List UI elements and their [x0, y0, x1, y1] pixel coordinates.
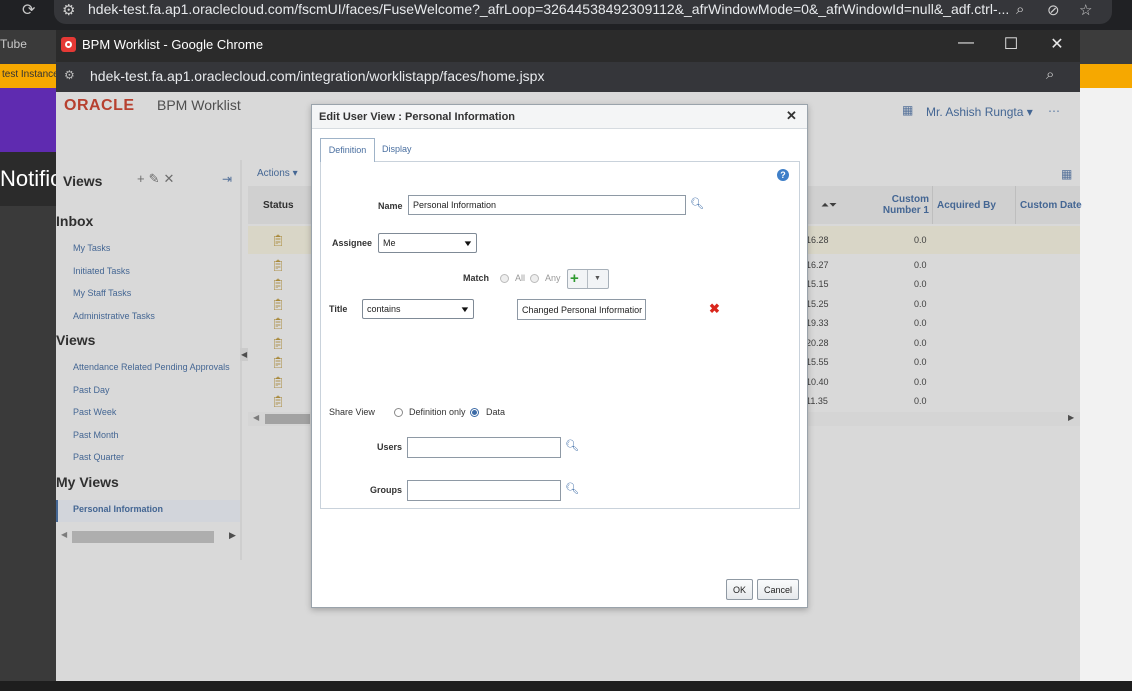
- condition-field-label: Title: [329, 304, 348, 314]
- background-header: [0, 88, 56, 152]
- reload-icon[interactable]: ⟳: [22, 0, 35, 20]
- site-info-icon[interactable]: ⚙: [64, 68, 75, 82]
- taskbar: [0, 681, 1132, 691]
- tab-definition[interactable]: Definition: [320, 138, 375, 162]
- groups-field[interactable]: [407, 480, 561, 501]
- users-label: Users: [377, 442, 403, 452]
- popup-title: BPM Worklist - Google Chrome: [82, 37, 264, 52]
- share-definition-only-label: Definition only: [409, 407, 466, 417]
- share-data-label: Data: [486, 407, 506, 417]
- outer-url-text[interactable]: hdek-test.fa.ap1.oraclecloud.com/fscmUI/…: [88, 1, 1009, 17]
- background-banner-right: [1080, 64, 1132, 88]
- delete-condition-icon[interactable]: ✖: [709, 301, 720, 317]
- name-label: Name: [378, 201, 403, 211]
- tab-display[interactable]: Display: [382, 144, 412, 154]
- background-heading: Notific: [0, 166, 62, 191]
- match-label: Match: [463, 273, 490, 283]
- plus-icon: +: [570, 270, 579, 287]
- dialog-title: Edit User View : Personal Information: [319, 111, 516, 123]
- cancel-button[interactable]: Cancel: [757, 579, 799, 600]
- share-data-radio[interactable]: [470, 408, 479, 417]
- assignee-value: Me: [383, 238, 396, 248]
- condition-operator-select[interactable]: contains ▼: [362, 299, 474, 319]
- search-icon[interactable]: 🔍︎: [690, 197, 704, 210]
- search-icon[interactable]: 🔍︎: [565, 482, 579, 495]
- groups-label: Groups: [370, 485, 403, 495]
- chevron-down-icon: ▼: [459, 304, 471, 314]
- search-icon[interactable]: 🔍︎: [565, 439, 579, 452]
- chevron-down-icon[interactable]: ▼: [594, 275, 601, 282]
- eye-off-icon[interactable]: ⊘: [1047, 1, 1060, 19]
- popup-url-text[interactable]: hdek-test.fa.ap1.oraclecloud.com/integra…: [90, 68, 544, 84]
- name-field[interactable]: Personal Information: [408, 195, 686, 215]
- users-field[interactable]: [407, 437, 561, 458]
- radio-selected-dot: [472, 410, 477, 415]
- match-any-label: Any: [545, 273, 561, 283]
- background-banner-text: test Instance: [2, 69, 59, 80]
- background-tab-label: Tube: [0, 37, 27, 51]
- match-any-radio[interactable]: [530, 274, 539, 283]
- close-icon[interactable]: ✕: [786, 108, 797, 124]
- button-separator: [587, 270, 588, 288]
- ok-button[interactable]: OK: [726, 579, 753, 600]
- share-view-label: Share View: [329, 407, 375, 417]
- site-info-icon[interactable]: ⚙: [62, 1, 75, 19]
- chevron-down-icon: ▼: [462, 238, 474, 248]
- minimize-icon[interactable]: —: [954, 34, 978, 52]
- help-icon[interactable]: ?: [777, 169, 789, 181]
- maximize-icon[interactable]: ☐: [999, 34, 1023, 54]
- close-window-icon[interactable]: ✕: [1045, 34, 1069, 54]
- condition-operator-value: contains: [367, 304, 401, 314]
- match-all-radio[interactable]: [500, 274, 509, 283]
- oracle-app-icon-ring: [65, 41, 72, 48]
- match-all-label: All: [515, 273, 526, 283]
- share-definition-only-radio[interactable]: [394, 408, 403, 417]
- bookmark-star-icon[interactable]: ☆: [1079, 1, 1092, 19]
- zoom-icon[interactable]: ⌕: [1016, 1, 1024, 18]
- assignee-label: Assignee: [332, 238, 373, 248]
- background-content-right: [1080, 88, 1132, 681]
- assignee-select[interactable]: Me ▼: [378, 233, 477, 253]
- condition-value-field[interactable]: Changed Personal Informatior: [517, 299, 646, 320]
- zoom-icon[interactable]: ⌕: [1046, 66, 1054, 83]
